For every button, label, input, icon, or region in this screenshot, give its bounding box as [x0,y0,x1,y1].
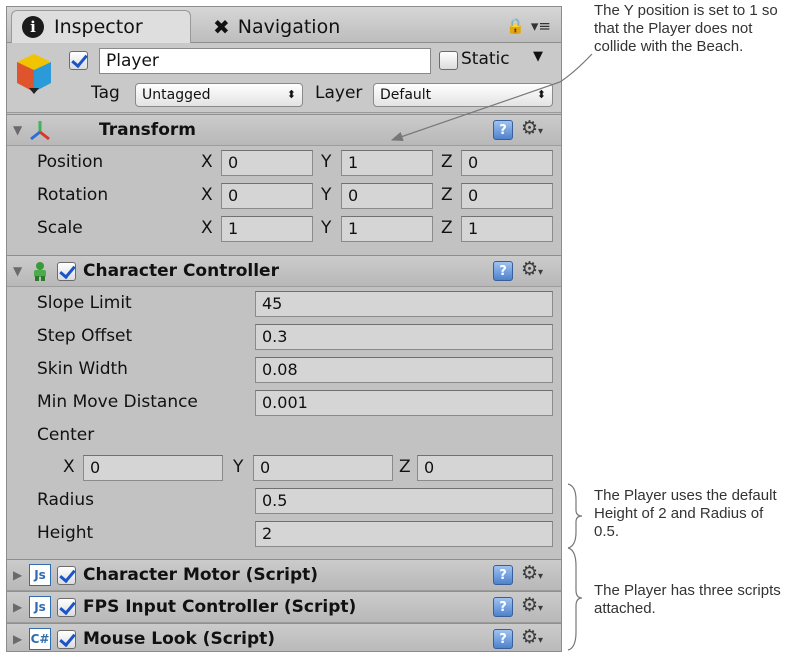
position-callout: The Y position is set to 1 so that the P… [594,2,778,55]
radius-callout-brace [567,483,583,549]
annotation-lines [390,53,593,651]
position-callout-arrow [390,53,593,142]
radius-callout: The Player uses the default Height of 2 … [594,487,777,540]
scripts-callout-brace [567,547,583,651]
scripts-callout: The Player has three scripts attached. [594,582,781,617]
